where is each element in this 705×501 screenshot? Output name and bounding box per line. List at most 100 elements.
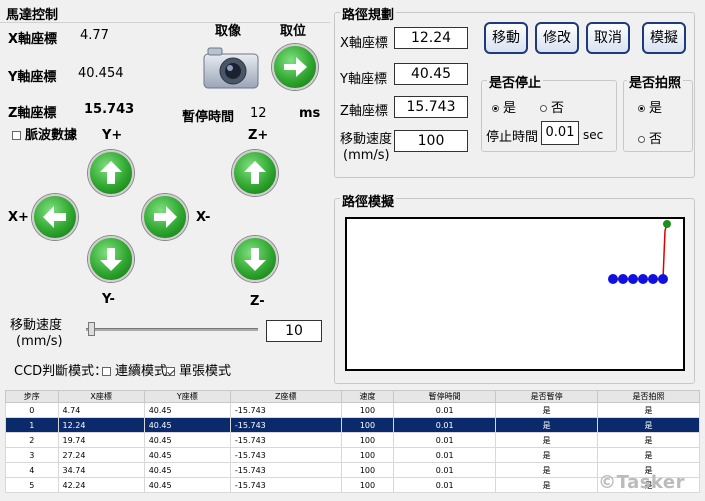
table-cell: 是 (597, 447, 700, 463)
table-cell: 100 (340, 432, 395, 448)
table-cell: 100 (340, 417, 395, 433)
path-sim-drawing (608, 220, 671, 284)
single-mode-option[interactable]: 單張模式 (166, 360, 231, 379)
table-header-cell[interactable]: 是否暫停 (495, 390, 599, 403)
path-point (618, 274, 628, 284)
table-row[interactable]: 3 27.24 40.45 -15.743 100 0.01 是是 (5, 447, 700, 463)
speed-unit: (mm/s) (16, 334, 63, 349)
simulate-button[interactable]: 模擬 (642, 22, 686, 54)
speed-input[interactable]: 10 (266, 320, 322, 342)
y-minus-button[interactable] (88, 236, 134, 282)
pause-time-label: 暫停時間 (182, 110, 235, 125)
table-cell: 0.01 (393, 402, 497, 418)
table-cell: 40.45 (143, 477, 231, 493)
table-header-cell[interactable]: 暫停時間 (393, 390, 497, 403)
continuous-mode-check[interactable] (102, 367, 111, 376)
arrow-right-icon (154, 206, 177, 228)
stop-no-radio[interactable] (540, 105, 547, 112)
z-minus-button[interactable] (232, 236, 278, 282)
speed-slider-track[interactable] (86, 328, 258, 331)
table-row[interactable]: 2 19.74 40.45 -15.743 100 0.01 是是 (5, 432, 700, 448)
photo-no-radio[interactable] (638, 136, 645, 143)
table-cell: -15.743 (229, 447, 342, 463)
path-point (658, 274, 668, 284)
ccd-mode-label: CCD判斷模式： (14, 364, 108, 379)
table-cell: -15.743 (229, 417, 342, 433)
motor-y-value: 40.454 (78, 66, 124, 81)
table-cell: 5 (5, 477, 59, 493)
table-cell: 是 (495, 477, 599, 493)
table-row[interactable]: 5 42.24 40.45 -15.743 100 0.01 是是 (5, 477, 700, 493)
table-cell: 12.24 (57, 417, 145, 433)
speed-slider-thumb[interactable] (88, 322, 95, 336)
stop-yes-radio[interactable] (492, 105, 499, 112)
table-cell: 0.01 (393, 447, 497, 463)
table-row[interactable]: 1 12.24 40.45 -15.743 100 0.01 是是 (5, 417, 700, 433)
stop-yes-label: 是 (503, 101, 517, 116)
table-header-cell[interactable]: 是否拍照 (597, 390, 700, 403)
motor-z-label: Z軸座標 (8, 106, 57, 121)
table-cell: 27.24 (57, 447, 145, 463)
table-cell: 4.74 (57, 402, 145, 418)
x-plus-button[interactable] (32, 194, 78, 240)
table-cell: 42.24 (57, 477, 145, 493)
cancel-button[interactable]: 取消 (586, 22, 630, 54)
photo-no-option[interactable]: 否 (638, 128, 662, 147)
pulse-data-check[interactable] (12, 131, 21, 140)
table-cell: 40.45 (143, 432, 231, 448)
steps-table[interactable]: 步序 X座標 Y座標 Z座標 速度 暫停時間 是否暫停 是否拍照 0 4.74 40.45 -15.… (5, 390, 700, 493)
table-header-cell[interactable]: 步序 (5, 390, 59, 403)
edit-button[interactable]: 修改 (535, 22, 579, 54)
path-sim-title: 路徑模擬 (340, 191, 397, 210)
z-plus-button[interactable] (232, 150, 278, 196)
camera-icon (203, 47, 259, 89)
table-row[interactable]: 4 34.74 40.45 -15.743 100 0.01 是是 (5, 462, 700, 478)
table-header-cell[interactable]: 速度 (340, 390, 395, 403)
table-header-cell[interactable]: Y座標 (143, 390, 231, 403)
capture-label: 取像 (215, 24, 242, 39)
table-cell: 是 (495, 402, 599, 418)
photo-yes-radio[interactable] (638, 105, 645, 112)
table-cell: 40.45 (143, 402, 231, 418)
stop-time-input[interactable]: 0.01 (541, 121, 579, 145)
path-z-input[interactable]: 15.743 (394, 96, 468, 118)
table-cell: 100 (340, 477, 395, 493)
stop-time-unit: sec (583, 128, 604, 142)
table-row[interactable]: 0 4.74 40.45 -15.743 100 0.01 是是 (5, 402, 700, 418)
motor-z-value: 15.743 (84, 102, 135, 117)
x-minus-button[interactable] (142, 194, 188, 240)
table-cell: 2 (5, 432, 59, 448)
path-x-label: X軸座標 (340, 36, 388, 51)
z-plus-label: Z+ (248, 128, 269, 143)
x-plus-label: X+ (8, 210, 29, 225)
table-cell: 0.01 (393, 417, 497, 433)
camera-button[interactable] (200, 44, 262, 92)
path-vertical-line (662, 222, 668, 280)
table-header-cell[interactable]: Z座標 (229, 390, 342, 403)
table-cell: 34.74 (57, 462, 145, 478)
table-cell: 是 (495, 417, 599, 433)
stop-yes-option[interactable]: 是 (492, 97, 516, 116)
move-button[interactable]: 移動 (484, 22, 528, 54)
path-y-input[interactable]: 40.45 (394, 63, 468, 85)
continuous-mode-option[interactable]: 連續模式 (102, 360, 167, 379)
pulse-data-checkbox[interactable]: 脈波數據 (12, 124, 77, 143)
path-point (638, 274, 648, 284)
path-speed-input[interactable]: 100 (394, 130, 468, 152)
arrow-up-icon (100, 161, 122, 184)
single-mode-check[interactable] (166, 367, 175, 376)
stop-no-option[interactable]: 否 (540, 97, 564, 116)
fetch-position-button[interactable] (272, 44, 318, 90)
steps-table-body[interactable]: 0 4.74 40.45 -15.743 100 0.01 是是 1 12.24 40.45 -15… (5, 402, 700, 493)
path-x-input[interactable]: 12.24 (394, 27, 468, 49)
table-header-cell[interactable]: X座標 (57, 390, 145, 403)
motor-panel-title: 馬達控制 (4, 4, 61, 23)
y-plus-button[interactable] (88, 150, 134, 196)
stop-group-title: 是否停止 (487, 72, 544, 91)
single-mode-label: 單張模式 (179, 364, 232, 379)
y-plus-label: Y+ (102, 128, 123, 143)
table-cell: 40.45 (143, 417, 231, 433)
table-cell: 1 (5, 417, 59, 433)
path-speed-unit: (mm/s) (343, 148, 390, 163)
photo-yes-option[interactable]: 是 (638, 97, 662, 116)
